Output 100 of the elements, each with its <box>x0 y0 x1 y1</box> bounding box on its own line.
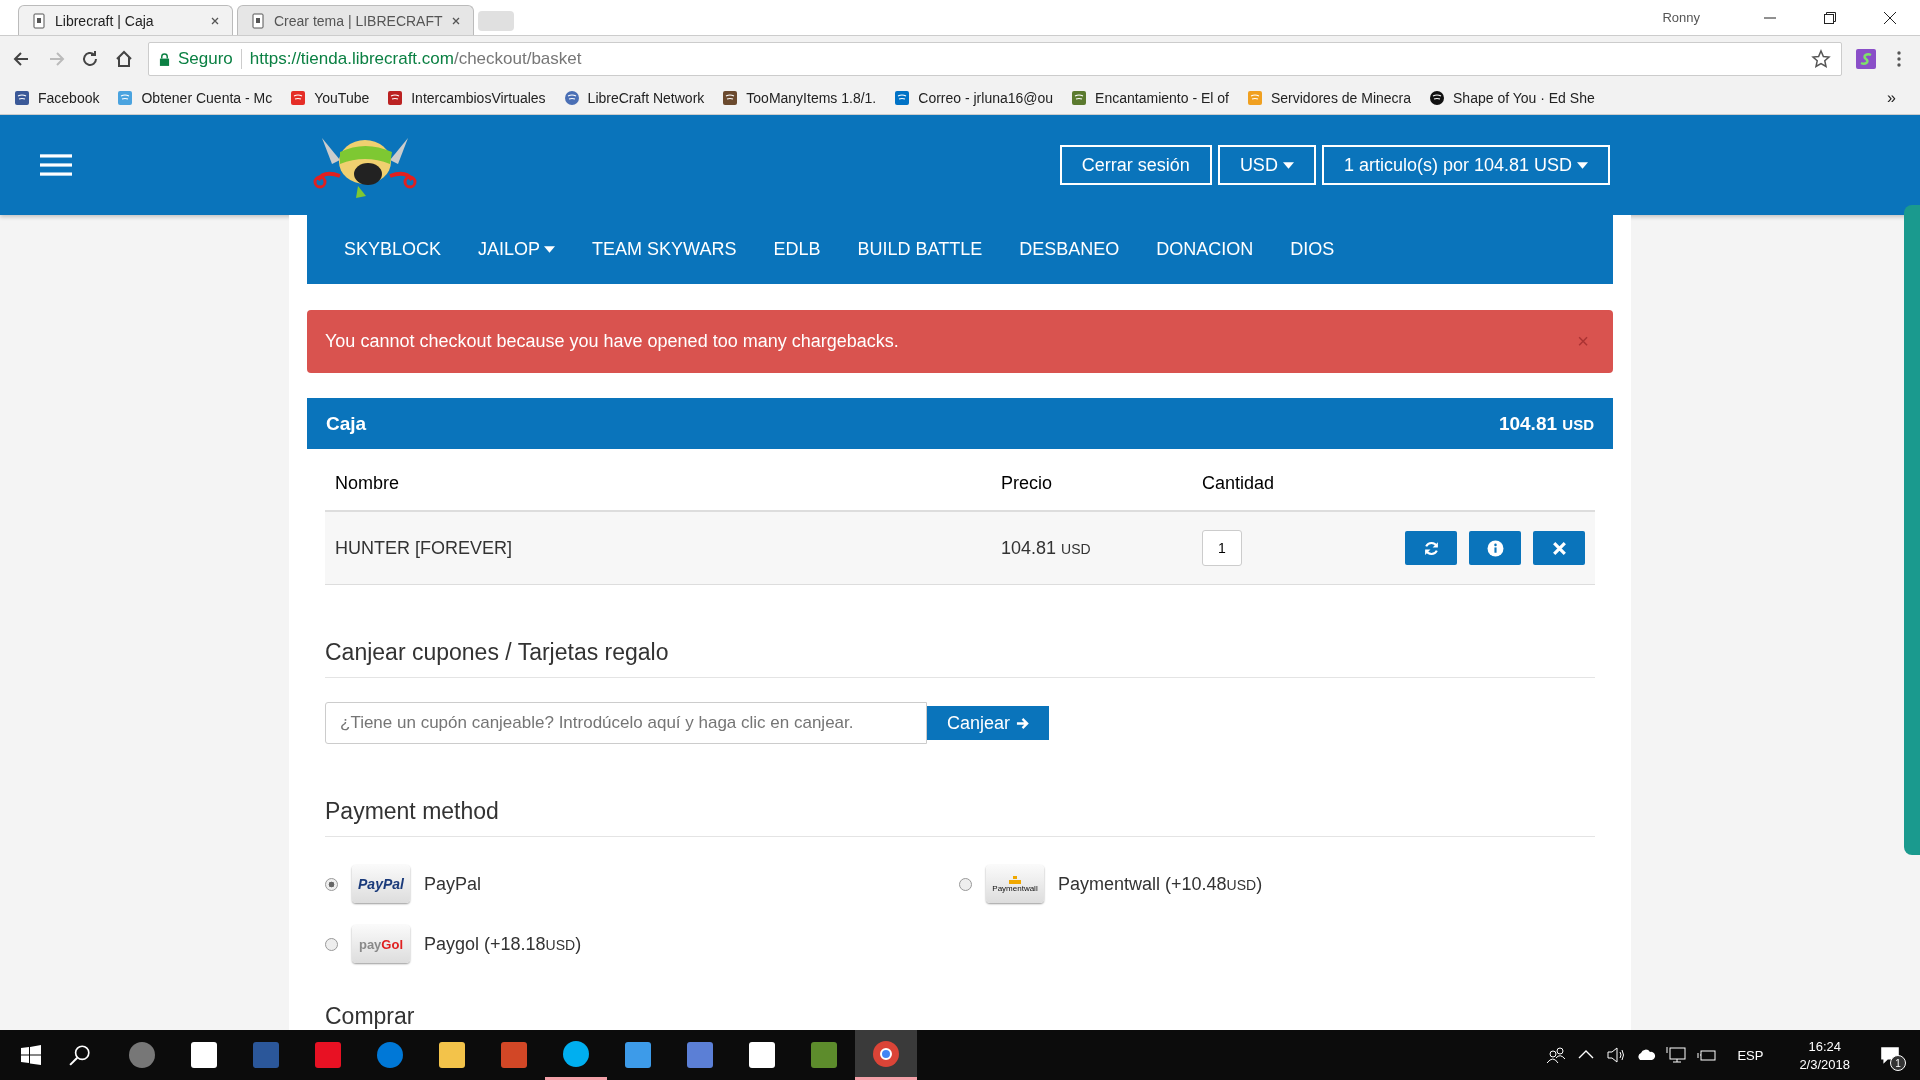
scrollbar-thumb[interactable] <box>1904 205 1920 855</box>
app-icon <box>437 1040 467 1070</box>
category-link[interactable]: SKYBLOCK <box>344 239 442 260</box>
bookmark-icon <box>117 90 134 106</box>
category-link[interactable]: DONACION <box>1156 239 1254 260</box>
close-icon[interactable] <box>450 15 461 26</box>
section-title: Canjear cupones / Tarjetas regalo <box>325 585 1595 678</box>
column-header: Cantidad <box>1202 473 1276 494</box>
browser-tab[interactable]: Librecraft | Caja <box>18 5 233 35</box>
alert-message: You cannot checkout because you have opened too many chargebacks. <box>325 331 900 352</box>
bookmark-icon <box>290 90 307 106</box>
clock[interactable]: 16:24 2/3/2018 <box>1799 1038 1850 1072</box>
category-link[interactable]: BUILD BATTLE <box>857 239 983 260</box>
page-icon <box>250 12 266 29</box>
bookmark[interactable]: Correo - jrluna16@ou <box>894 90 1054 106</box>
close-icon <box>1550 539 1568 557</box>
payment-logo: Paymentwall <box>986 865 1044 903</box>
header-button[interactable]: Cerrar sesión <box>1059 145 1212 185</box>
info-icon <box>1486 539 1504 557</box>
url-text: https://tienda.librecraft.com/checkout/basket <box>249 49 582 69</box>
browser-tab[interactable]: Crear tema | LIBRECRAFT <box>237 5 474 35</box>
section-title: Comprar <box>325 1002 416 1030</box>
remove-button[interactable] <box>1533 531 1585 565</box>
menu-icon[interactable] <box>1896 49 1902 69</box>
app-icon <box>623 1040 653 1070</box>
radio-button[interactable] <box>959 877 972 891</box>
radio-button[interactable] <box>325 877 338 891</box>
network-icon[interactable] <box>1666 1045 1687 1065</box>
app-icon <box>871 1038 901 1069</box>
app-icon <box>747 1040 777 1070</box>
category-link[interactable]: TEAM SKYWARS <box>592 239 737 260</box>
basket-title: Caja <box>326 412 367 435</box>
bookmark[interactable]: Servidores de Minecra <box>1246 90 1412 106</box>
info-button[interactable] <box>1469 531 1521 565</box>
app-icon <box>375 1040 405 1070</box>
reload-icon[interactable] <box>80 49 100 69</box>
bookmark-icon <box>14 90 30 106</box>
payment-method-label: Paymentwall (+10.48USD) <box>1058 873 1263 895</box>
language-indicator[interactable]: ESP <box>1737 1047 1764 1063</box>
refresh-button[interactable] <box>1405 531 1457 565</box>
profile-name[interactable]: Ronny <box>1662 10 1700 25</box>
app-icon <box>685 1040 715 1070</box>
app-icon <box>251 1040 281 1070</box>
bookmark-icon <box>563 90 580 106</box>
bookmark[interactable]: Facebook <box>14 90 100 106</box>
bookmark-icon <box>1246 90 1263 106</box>
people-icon[interactable] <box>1546 1045 1567 1065</box>
bookmark[interactable]: Encantamiento - El of <box>1071 90 1229 106</box>
category-link[interactable]: DIOS <box>1290 239 1335 260</box>
bookmark[interactable]: YouTube <box>290 90 370 106</box>
page-icon <box>31 12 47 29</box>
category-link[interactable]: EDLB <box>773 239 821 260</box>
column-header: Precio <box>1001 473 1054 494</box>
more-bookmarks-button[interactable]: » <box>1887 89 1896 107</box>
windows-start-icon[interactable] <box>21 1045 41 1065</box>
product-name: HUNTER [FOREVER] <box>335 537 513 559</box>
column-header: Nombre <box>335 473 401 494</box>
header-button[interactable]: USD <box>1217 145 1316 185</box>
section-title: Payment method <box>325 744 1595 837</box>
address-bar[interactable]: Seguro https://tienda.librecraft.com/checkout/basket <box>148 42 1842 76</box>
payment-method-label: PayPal <box>424 873 482 895</box>
radio-button[interactable] <box>325 937 338 951</box>
bookmark[interactable]: IntercambiosVirtuales <box>387 90 546 106</box>
redeem-button[interactable]: Canjear <box>927 706 1050 740</box>
notification-center-button[interactable]: 1 <box>1870 1035 1910 1075</box>
category-link[interactable]: DESBANEO <box>1019 239 1120 260</box>
app-icon <box>809 1040 839 1070</box>
secure-label: Seguro <box>178 49 233 69</box>
restore-icon[interactable] <box>1823 10 1837 25</box>
bookmark-icon <box>1071 90 1088 106</box>
speaker-icon[interactable] <box>1606 1045 1627 1065</box>
product-price: 104.81 USD <box>1001 537 1092 559</box>
close-icon[interactable] <box>210 15 220 26</box>
payment-logo: PayPal <box>352 865 410 903</box>
app-icon <box>561 1038 591 1069</box>
close-icon[interactable] <box>1883 10 1897 25</box>
speech-bubble-icon <box>1879 1044 1901 1066</box>
bookmark-icon <box>894 90 911 106</box>
bookmark-icon <box>722 90 739 106</box>
bookmark-icon <box>387 90 404 106</box>
search-icon[interactable] <box>69 1044 91 1066</box>
home-icon[interactable] <box>114 49 134 69</box>
bookmark[interactable]: LibreCraft Network <box>563 90 705 106</box>
extension-icon[interactable] <box>1856 49 1876 69</box>
menu-icon[interactable] <box>40 153 72 177</box>
basket-total: 104.81 USD <box>1498 412 1594 435</box>
category-link[interactable]: JAILOP <box>478 239 556 260</box>
header-button[interactable]: 1 articulo(s) por 104.81 USD <box>1321 145 1610 185</box>
star-icon[interactable] <box>1811 49 1831 69</box>
refresh-icon <box>1422 539 1440 557</box>
app-icon <box>499 1040 529 1070</box>
quantity-field[interactable]: 1 <box>1202 530 1242 566</box>
bookmark[interactable]: Shape of You · Ed She <box>1429 90 1595 106</box>
bookmark-icon <box>1429 90 1446 106</box>
coupon-field[interactable]: ¿Tiene un cupón canjeable? Introdúcelo aquí y haga clic en canjear. <box>325 702 927 744</box>
app-icon <box>189 1040 219 1070</box>
notification-count: 1 <box>1890 1055 1906 1071</box>
lock-icon <box>159 52 170 66</box>
bookmark[interactable]: TooManyItems 1.8/1. <box>722 90 877 106</box>
bookmark[interactable]: Obtener Cuenta - Mc <box>117 90 273 106</box>
